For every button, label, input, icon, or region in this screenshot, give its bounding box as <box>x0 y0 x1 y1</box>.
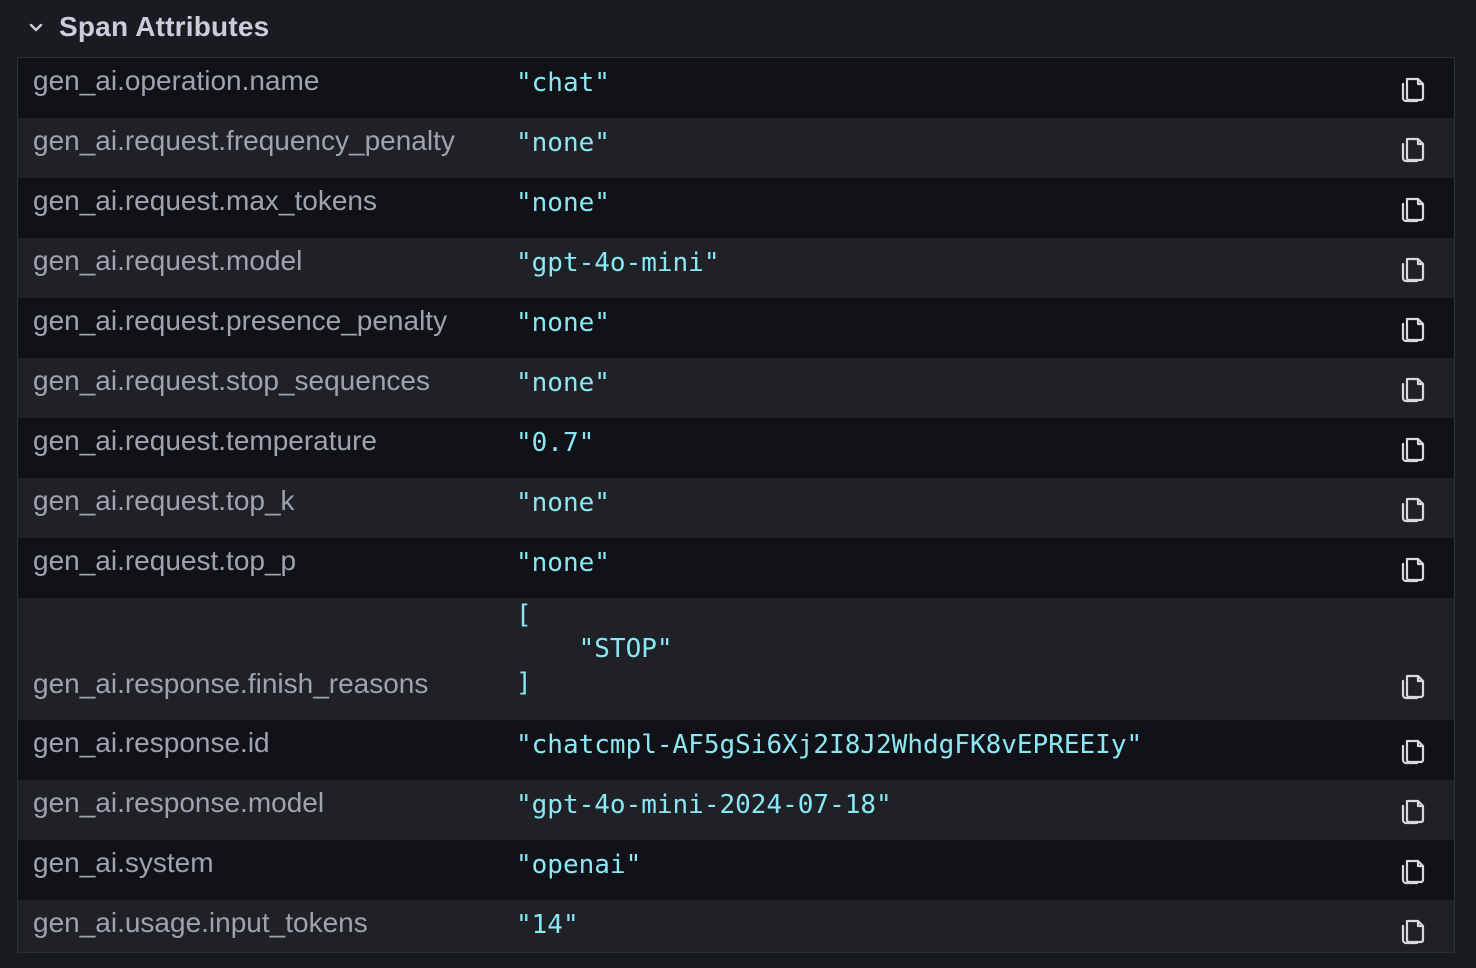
attribute-value: "none" <box>516 128 610 158</box>
attribute-key: gen_ai.response.model <box>33 787 325 818</box>
attribute-row: gen_ai.operation.name "chat" <box>18 58 1454 118</box>
section-title: Span Attributes <box>59 11 270 42</box>
attribute-value: "openai" <box>516 850 642 880</box>
attribute-value: "gpt-4o-mini" <box>516 248 720 278</box>
attribute-value: "none" <box>516 368 610 398</box>
attribute-row: gen_ai.response.model "gpt-4o-mini-2024-… <box>18 780 1454 840</box>
copy-icon[interactable] <box>1398 553 1426 583</box>
attribute-key: gen_ai.usage.input_tokens <box>33 907 368 938</box>
attribute-key: gen_ai.request.presence_penalty <box>33 305 448 336</box>
attribute-value: "none" <box>516 308 610 338</box>
attribute-row: gen_ai.request.model "gpt-4o-mini" <box>18 238 1454 298</box>
span-attributes-header[interactable]: Span Attributes <box>0 0 1476 56</box>
attribute-row: gen_ai.response.finish_reasons [ "STOP" … <box>18 598 1454 720</box>
attribute-key: gen_ai.response.id <box>33 727 270 758</box>
chevron-down-icon[interactable] <box>26 18 46 38</box>
attribute-row: gen_ai.response.id "chatcmpl-AF5gSi6Xj2I… <box>18 720 1454 780</box>
attribute-value: "none" <box>516 188 610 218</box>
attribute-row: gen_ai.system "openai" <box>18 840 1454 900</box>
copy-icon[interactable] <box>1398 915 1426 945</box>
copy-icon[interactable] <box>1398 133 1426 163</box>
attribute-value: "none" <box>516 548 610 578</box>
attribute-value: "gpt-4o-mini-2024-07-18" <box>516 790 892 820</box>
copy-icon[interactable] <box>1398 795 1426 825</box>
attribute-value: "chatcmpl-AF5gSi6Xj2I8J2WhdgFK8vEPREEIy" <box>516 730 1143 760</box>
copy-icon[interactable] <box>1398 493 1426 523</box>
attribute-key: gen_ai.request.model <box>33 245 303 276</box>
attribute-value: "chat" <box>516 68 610 98</box>
attribute-key: gen_ai.system <box>33 847 214 878</box>
copy-icon[interactable] <box>1398 670 1426 700</box>
copy-icon[interactable] <box>1398 193 1426 223</box>
attribute-row: gen_ai.request.stop_sequences "none" <box>18 358 1454 418</box>
copy-icon[interactable] <box>1398 735 1426 765</box>
attribute-value: "14" <box>516 910 579 940</box>
copy-icon[interactable] <box>1398 313 1426 343</box>
attribute-key: gen_ai.response.finish_reasons <box>33 668 429 699</box>
attribute-key: gen_ai.request.frequency_penalty <box>33 125 455 156</box>
attribute-row: gen_ai.request.temperature "0.7" <box>18 418 1454 478</box>
copy-icon[interactable] <box>1398 373 1426 403</box>
attribute-row: gen_ai.request.max_tokens "none" <box>18 178 1454 238</box>
copy-icon[interactable] <box>1398 433 1426 463</box>
attribute-value: "none" <box>516 488 610 518</box>
attribute-row: gen_ai.request.presence_penalty "none" <box>18 298 1454 358</box>
attribute-key: gen_ai.request.top_p <box>33 545 297 576</box>
attribute-row: gen_ai.usage.input_tokens "14" <box>18 900 1454 952</box>
attribute-key: gen_ai.operation.name <box>33 65 320 96</box>
copy-icon[interactable] <box>1398 253 1426 283</box>
attribute-key: gen_ai.request.temperature <box>33 425 377 456</box>
attribute-value: [ "STOP" ] <box>516 600 673 698</box>
attribute-row: gen_ai.request.frequency_penalty "none" <box>18 118 1454 178</box>
attribute-key: gen_ai.request.max_tokens <box>33 185 377 216</box>
attribute-value: "0.7" <box>516 428 595 458</box>
attribute-row: gen_ai.request.top_p "none" <box>18 538 1454 598</box>
attribute-key: gen_ai.request.top_k <box>33 485 295 516</box>
copy-icon[interactable] <box>1398 855 1426 885</box>
copy-icon[interactable] <box>1398 73 1426 103</box>
attribute-row: gen_ai.request.top_k "none" <box>18 478 1454 538</box>
attributes-table: gen_ai.operation.name "chat" gen_ai.requ… <box>17 57 1455 953</box>
attribute-key: gen_ai.request.stop_sequences <box>33 365 430 396</box>
